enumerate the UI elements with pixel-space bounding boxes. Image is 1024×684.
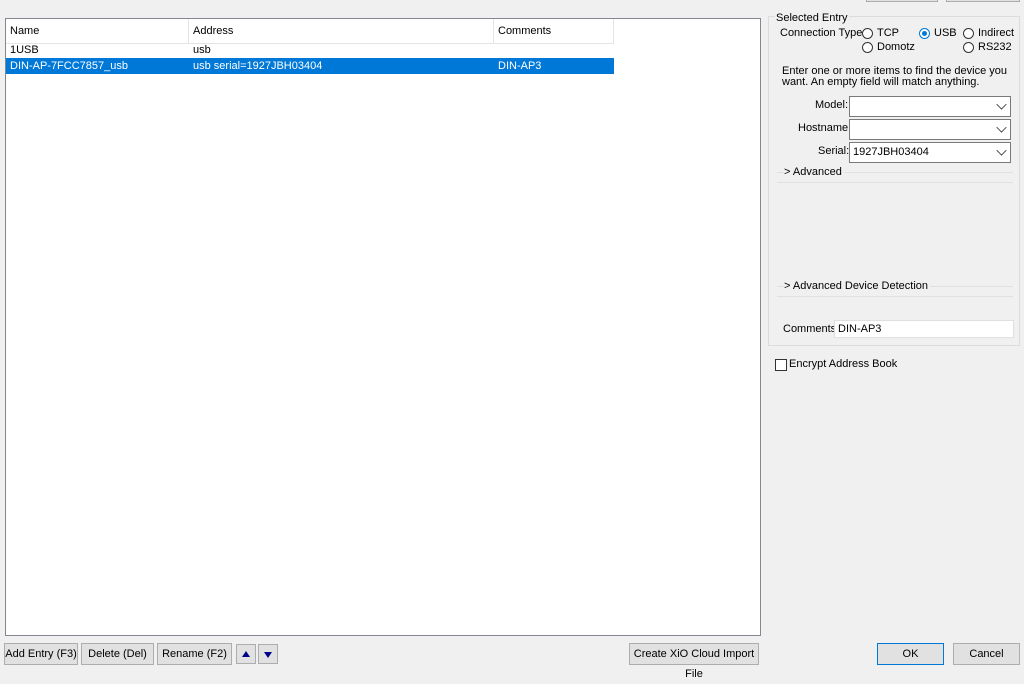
serial-label: Serial: [818, 145, 850, 157]
chevron-down-icon [996, 122, 1007, 133]
advanced-detection-expander[interactable]: > Advanced Device Detection [784, 280, 931, 292]
hostname-label: Hostname: [798, 122, 852, 134]
table-row[interactable]: 1USB usb [6, 42, 614, 58]
chevron-right-icon: > [784, 166, 791, 178]
encrypt-checkbox[interactable] [775, 359, 787, 371]
advanced-divider [777, 182, 1013, 183]
row-name: 1USB [10, 44, 39, 56]
top-button-left[interactable] [866, 0, 938, 2]
arrow-down-icon [264, 652, 272, 658]
row-comments: DIN-AP3 [498, 60, 542, 72]
radio-rs232-label: RS232 [978, 41, 1012, 53]
chevron-right-icon: > [784, 280, 791, 292]
radio-domotz-label: Domotz [877, 41, 915, 53]
arrow-up-icon [242, 651, 250, 657]
group-title: Selected Entry [775, 12, 849, 24]
table-row-selected[interactable]: DIN-AP-7FCC7857_usb usb serial=1927JBH03… [6, 58, 614, 74]
radio-tcp[interactable] [862, 28, 873, 39]
serial-combo[interactable]: 1927JBH03404 [849, 142, 1011, 163]
row-name: DIN-AP-7FCC7857_usb [10, 60, 128, 72]
list-header: Name Address Comments [6, 19, 614, 44]
rename-button[interactable]: Rename (F2) [157, 643, 232, 665]
detection-divider [777, 296, 1013, 297]
create-cloud-import-button[interactable]: Create XiO Cloud Import File [629, 643, 759, 680]
advanced-label: Advanced [792, 166, 842, 178]
add-entry-button[interactable]: Add Entry (F3) [4, 643, 78, 665]
comments-input[interactable]: DIN-AP3 [834, 320, 1014, 338]
radio-indirect[interactable] [963, 28, 974, 39]
ok-button[interactable]: OK [877, 643, 944, 665]
encrypt-label: Encrypt Address Book [789, 358, 898, 370]
move-up-button[interactable] [236, 644, 256, 664]
column-header-name[interactable]: Name [6, 19, 189, 43]
radio-usb[interactable] [919, 28, 930, 39]
column-header-comments[interactable]: Comments [494, 19, 614, 43]
advanced-expander[interactable]: > Advanced [784, 166, 844, 178]
chevron-down-icon [996, 99, 1007, 110]
serial-value: 1927JBH03404 [853, 146, 929, 158]
advanced-detection-label: Advanced Device Detection [792, 280, 929, 292]
move-down-button[interactable] [258, 644, 278, 664]
top-button-right[interactable] [946, 0, 1020, 2]
model-combo[interactable] [849, 96, 1011, 117]
radio-rs232[interactable] [963, 42, 974, 53]
connection-type-label: Connection Type: [780, 27, 866, 39]
address-book-list[interactable]: Name Address Comments 1USB usb DIN-AP-7F… [5, 18, 761, 636]
comments-label: Comments: [783, 323, 840, 335]
delete-button[interactable]: Delete (Del) [81, 643, 154, 665]
comments-value: DIN-AP3 [838, 323, 882, 335]
radio-tcp-label: TCP [877, 27, 899, 39]
hostname-combo[interactable] [849, 119, 1011, 140]
radio-usb-label: USB [934, 27, 957, 39]
radio-domotz[interactable] [862, 42, 873, 53]
radio-indirect-label: Indirect [978, 27, 1015, 39]
row-address: usb [193, 44, 211, 56]
chevron-down-icon [996, 145, 1007, 156]
model-label: Model: [815, 99, 849, 111]
help-text-line2: want. An empty field will match anything… [782, 76, 980, 88]
cancel-button[interactable]: Cancel [953, 643, 1020, 665]
row-address: usb serial=1927JBH03404 [193, 60, 323, 72]
column-header-address[interactable]: Address [189, 19, 494, 43]
